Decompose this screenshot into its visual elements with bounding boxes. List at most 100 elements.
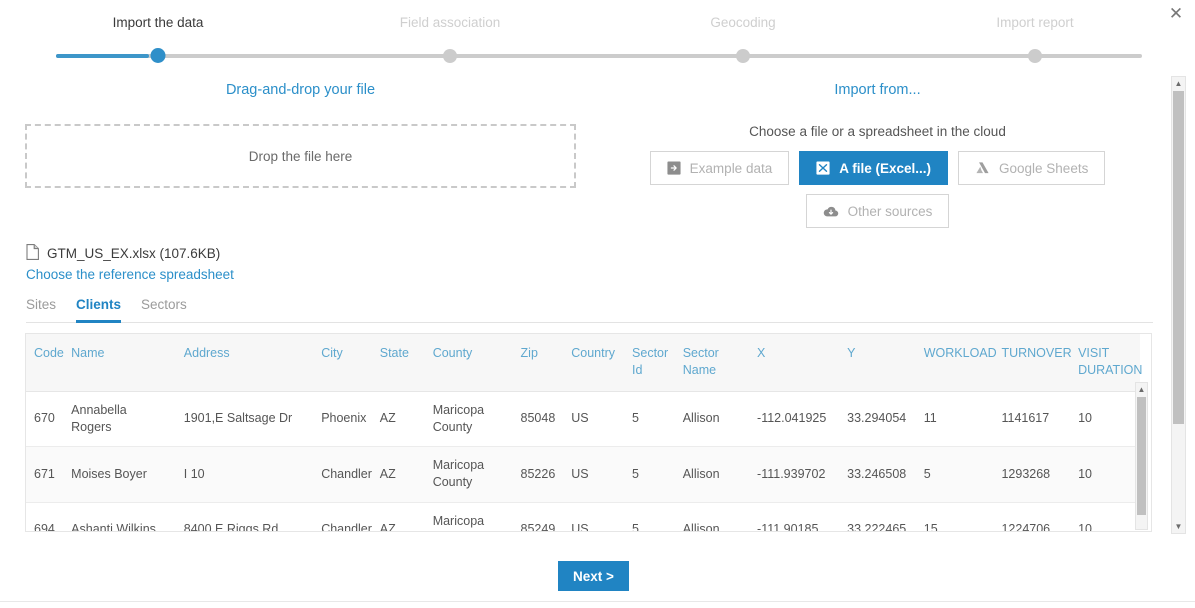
cell-sector-name: Allison bbox=[675, 391, 749, 447]
table-header-y[interactable]: Y bbox=[839, 334, 916, 391]
page-scrollbar-thumb[interactable] bbox=[1173, 91, 1184, 424]
stepper-labels: Import the data Field association Geocod… bbox=[0, 0, 1160, 34]
table-row[interactable]: 694 Ashanti Wilkins 8400,E Riggs Rd Chan… bbox=[26, 502, 1140, 532]
table-vertical-scrollbar[interactable]: ▲ bbox=[1135, 382, 1148, 530]
source-button-example-data[interactable]: Example data bbox=[650, 151, 790, 185]
uploaded-file-info: GTM_US_EX.xlsx (107.6KB) bbox=[26, 244, 220, 263]
cell-zip: 85249 bbox=[513, 502, 564, 532]
cell-zip: 85226 bbox=[513, 447, 564, 503]
cell-workload: 15 bbox=[916, 502, 994, 532]
sheet-tabs: Sites Clients Sectors bbox=[26, 297, 1153, 323]
page-vertical-scrollbar[interactable]: ▲ ▼ bbox=[1171, 76, 1186, 534]
footer-divider bbox=[0, 601, 1195, 602]
cell-address: 1901,E Saltsage Dr bbox=[176, 391, 313, 447]
table-scrollbar-thumb[interactable] bbox=[1137, 397, 1146, 515]
source-button-a-file-excel-label: A file (Excel...) bbox=[839, 161, 931, 176]
cell-sector-id: 5 bbox=[624, 391, 675, 447]
step-dot-field-association[interactable] bbox=[443, 49, 457, 63]
table-row[interactable]: 670 Annabella Rogers 1901,E Saltsage Dr … bbox=[26, 391, 1140, 447]
page-scroll-down-arrow-icon[interactable]: ▼ bbox=[1172, 520, 1185, 533]
source-button-other-sources[interactable]: Other sources bbox=[806, 194, 950, 228]
file-dropzone[interactable]: Drop the file here bbox=[25, 124, 576, 188]
cell-city: Chandler bbox=[313, 502, 372, 532]
source-button-row-secondary: Other sources bbox=[650, 194, 1105, 228]
cell-name: Ashanti Wilkins bbox=[63, 502, 176, 532]
cell-workload: 5 bbox=[916, 447, 994, 503]
cell-workload: 11 bbox=[916, 391, 994, 447]
step-label-geocoding[interactable]: Geocoding bbox=[710, 15, 775, 30]
table-header-x[interactable]: X bbox=[749, 334, 839, 391]
cell-country: US bbox=[563, 391, 624, 447]
tab-sectors[interactable]: Sectors bbox=[141, 297, 187, 323]
table-scroll-up-arrow-icon[interactable]: ▲ bbox=[1136, 383, 1147, 396]
page-scroll-up-arrow-icon[interactable]: ▲ bbox=[1172, 77, 1185, 90]
drag-drop-panel: Drag-and-drop your file Drop the file he… bbox=[25, 82, 576, 188]
cell-address: I 10 bbox=[176, 447, 313, 503]
cell-x: -111.939702 bbox=[749, 447, 839, 503]
table-header-code[interactable]: Code bbox=[26, 334, 63, 391]
step-dot-geocoding[interactable] bbox=[736, 49, 750, 63]
file-icon bbox=[26, 244, 39, 263]
google-drive-icon bbox=[975, 161, 990, 175]
cell-county: Maricopa County bbox=[425, 391, 513, 447]
cell-name: Moises Boyer bbox=[63, 447, 176, 503]
source-button-row-primary: Example data A file (Excel...) Google Sh… bbox=[650, 151, 1105, 185]
cell-code: 694 bbox=[26, 502, 63, 532]
cell-visit-duration: 10 bbox=[1070, 447, 1140, 503]
step-label-import-report[interactable]: Import report bbox=[996, 15, 1073, 30]
cell-x: -111.90185 bbox=[749, 502, 839, 532]
step-label-field-association[interactable]: Field association bbox=[400, 15, 501, 30]
cell-code: 671 bbox=[26, 447, 63, 503]
cell-turnover: 1293268 bbox=[993, 447, 1070, 503]
table-header-visit-duration[interactable]: VISIT DURATION bbox=[1070, 334, 1140, 391]
table-row[interactable]: 671 Moises Boyer I 10 Chandler AZ Marico… bbox=[26, 447, 1140, 503]
table-header-county[interactable]: County bbox=[425, 334, 513, 391]
table-header-city[interactable]: City bbox=[313, 334, 372, 391]
table-header-state[interactable]: State bbox=[372, 334, 425, 391]
import-from-subtitle: Choose a file or a spreadsheet in the cl… bbox=[650, 124, 1105, 139]
cell-county: Maricopa County bbox=[425, 447, 513, 503]
preview-table-body: 670 Annabella Rogers 1901,E Saltsage Dr … bbox=[26, 391, 1140, 532]
table-header-zip[interactable]: Zip bbox=[513, 334, 564, 391]
cell-country: US bbox=[563, 502, 624, 532]
stepper-track bbox=[56, 54, 1142, 58]
step-dot-import-the-data[interactable] bbox=[151, 48, 166, 63]
source-button-google-sheets[interactable]: Google Sheets bbox=[958, 151, 1105, 185]
table-header-sector-name[interactable]: Sector Name bbox=[675, 334, 749, 391]
table-header-name[interactable]: Name bbox=[63, 334, 176, 391]
preview-table: Code Name Address City State County Zip … bbox=[26, 334, 1140, 532]
wizard-stepper: Import the data Field association Geocod… bbox=[0, 0, 1160, 70]
tab-sites[interactable]: Sites bbox=[26, 297, 56, 323]
step-label-import-the-data[interactable]: Import the data bbox=[113, 15, 204, 30]
cell-zip: 85048 bbox=[513, 391, 564, 447]
source-button-a-file-excel[interactable]: A file (Excel...) bbox=[799, 151, 948, 185]
dropzone-label: Drop the file here bbox=[249, 149, 353, 164]
close-icon[interactable]: ✕ bbox=[1165, 2, 1187, 24]
table-header-turnover[interactable]: TURNOVER bbox=[993, 334, 1070, 391]
cell-y: 33.294054 bbox=[839, 391, 916, 447]
table-header-country[interactable]: Country bbox=[563, 334, 624, 391]
cell-city: Chandler bbox=[313, 447, 372, 503]
import-wizard-page: ✕ Import the data Field association Geoc… bbox=[0, 0, 1195, 608]
stepper-progress-fill bbox=[56, 54, 149, 58]
cell-state: AZ bbox=[372, 502, 425, 532]
cell-state: AZ bbox=[372, 447, 425, 503]
table-header-sector-id[interactable]: Sector Id bbox=[624, 334, 675, 391]
step-dot-import-report[interactable] bbox=[1028, 49, 1042, 63]
source-button-google-sheets-label: Google Sheets bbox=[999, 161, 1088, 176]
table-header-address[interactable]: Address bbox=[176, 334, 313, 391]
table-header-workload[interactable]: WORKLOAD bbox=[916, 334, 994, 391]
excel-file-icon bbox=[816, 161, 830, 175]
cell-sector-id: 5 bbox=[624, 447, 675, 503]
cell-name: Annabella Rogers bbox=[63, 391, 176, 447]
cell-turnover: 1224706 bbox=[993, 502, 1070, 532]
cell-address: 8400,E Riggs Rd bbox=[176, 502, 313, 532]
drag-drop-title: Drag-and-drop your file bbox=[25, 82, 576, 98]
preview-table-container[interactable]: Code Name Address City State County Zip … bbox=[25, 333, 1152, 532]
next-button[interactable]: Next > bbox=[558, 561, 629, 591]
tab-clients[interactable]: Clients bbox=[76, 297, 121, 323]
cell-y: 33.246508 bbox=[839, 447, 916, 503]
source-button-other-sources-label: Other sources bbox=[848, 204, 933, 219]
choose-reference-spreadsheet-link[interactable]: Choose the reference spreadsheet bbox=[26, 267, 234, 282]
cell-visit-duration: 10 bbox=[1070, 502, 1140, 532]
